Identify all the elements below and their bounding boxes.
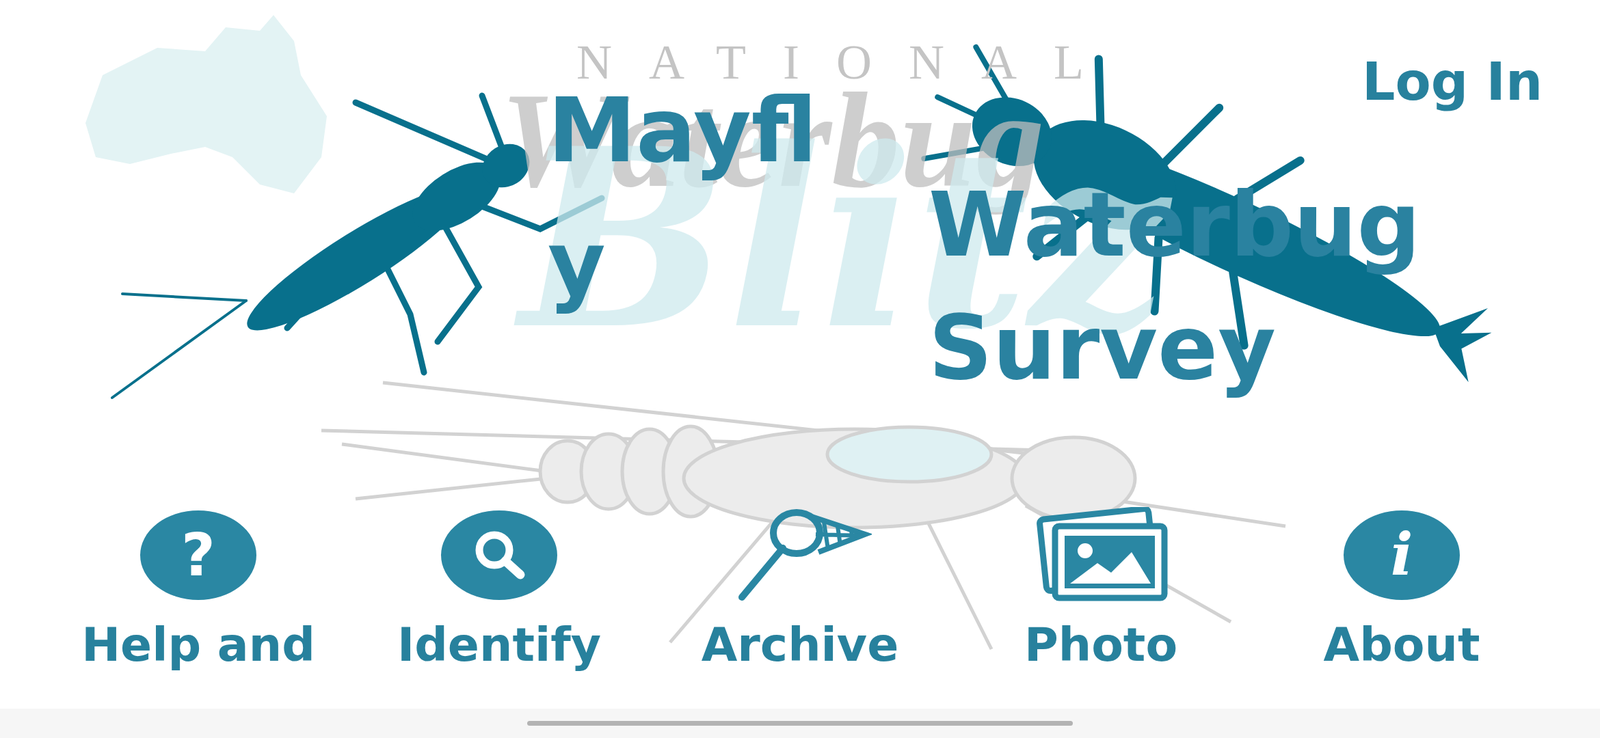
nav-label: Photo xyxy=(1024,617,1178,674)
login-button[interactable]: Log In xyxy=(1362,50,1543,113)
glyph-icon: ? xyxy=(140,510,257,601)
nav-icon-box: i xyxy=(1329,507,1474,604)
nav-label: About xyxy=(1323,617,1481,674)
glyph-icon: i xyxy=(1343,510,1460,601)
nav-icon-box xyxy=(427,507,571,604)
nav-icon-box: ? xyxy=(126,507,271,604)
nav-label: Archive xyxy=(701,617,900,674)
home-indicator[interactable] xyxy=(527,721,1073,727)
home-screen: NATIONAL Waterbug Blitz Mayfly Log In Wa… xyxy=(0,0,1600,738)
nav-item[interactable]: Photo xyxy=(950,507,1252,674)
photos-icon xyxy=(1029,507,1173,604)
nav-item[interactable]: Identify xyxy=(348,507,650,674)
mayfly-title: Mayfly xyxy=(547,64,849,331)
title-area: Mayfly Log In Waterbug Survey xyxy=(0,0,1600,508)
nav-label: Identify xyxy=(397,617,602,674)
nav-item[interactable]: i About xyxy=(1251,507,1553,674)
search-icon xyxy=(441,510,558,601)
nav-icon-box xyxy=(1029,507,1173,604)
nav-label: Help and xyxy=(81,617,316,674)
nav-icon-box xyxy=(728,507,872,604)
net-icon xyxy=(728,507,872,604)
bottom-nav: ? Help and Identify Archive Photo i About xyxy=(0,507,1600,710)
home-indicator-bar xyxy=(0,709,1600,738)
nav-item[interactable]: ? Help and xyxy=(47,507,349,674)
nav-item[interactable]: Archive xyxy=(649,507,951,674)
survey-title: Waterbug Survey xyxy=(928,164,1449,410)
australia-map-icon xyxy=(85,15,327,194)
